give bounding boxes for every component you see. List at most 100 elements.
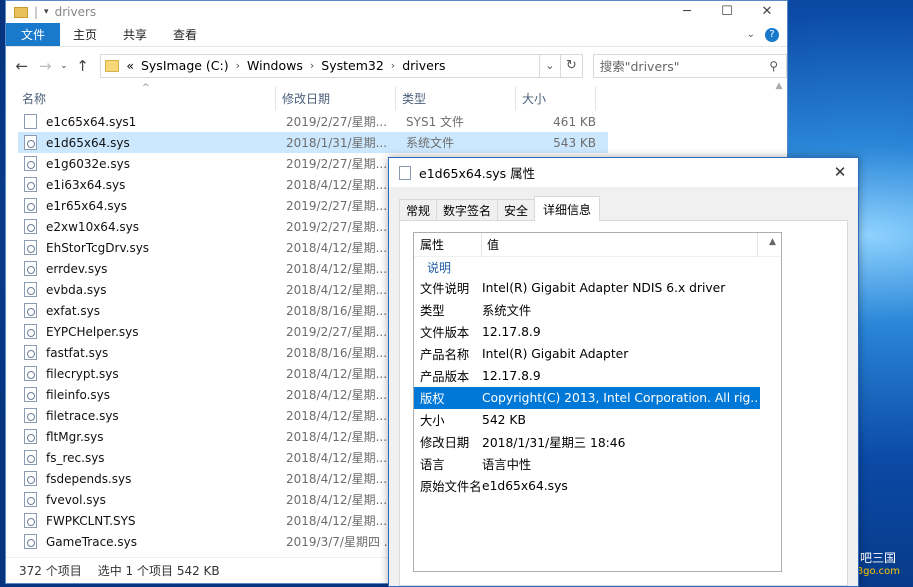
property-value: 系统文件: [482, 304, 532, 318]
dialog-title: e1d65x64.sys 属性: [419, 166, 536, 181]
file-name: fileinfo.sys: [46, 387, 110, 402]
property-value: 语言中性: [482, 458, 532, 472]
file-name: GameTrace.sys: [46, 534, 137, 549]
file-name: fs_rec.sys: [46, 450, 105, 465]
chevron-right-icon[interactable]: ›: [310, 59, 314, 72]
breadcrumb-drivers[interactable]: drivers: [402, 58, 445, 73]
address-bar[interactable]: « SysImage (C:) › Windows › System32 › d…: [100, 53, 540, 78]
property-row[interactable]: 版权 Copyright(C) 2013, Intel Corporation. …: [414, 387, 760, 409]
maximize-button[interactable]: ☐: [707, 1, 747, 21]
chevron-right-icon[interactable]: ›: [391, 59, 395, 72]
details-panel: 属性 值 说明 文件说明 Intel(R) Gigabit Adapter NDI…: [399, 220, 848, 586]
item-count: 372 个项目: [19, 564, 82, 578]
breadcrumb-windows[interactable]: Windows: [247, 58, 303, 73]
file-name: fvevol.sys: [46, 492, 106, 507]
navigation-bar: ← → ⌄ ↑ « SysImage (C:) › Windows › Syst…: [6, 47, 787, 84]
help-icon[interactable]: ?: [765, 27, 779, 42]
property-row[interactable]: 语言 语言中性: [414, 453, 781, 475]
tab-file[interactable]: 文件: [6, 23, 60, 46]
chevron-right-icon[interactable]: ›: [236, 59, 240, 72]
back-arrow-icon[interactable]: ←: [10, 54, 34, 78]
column-headers: ^ 名称 修改日期 类型 大小: [6, 83, 789, 110]
breadcrumb-prefix[interactable]: «: [126, 58, 134, 73]
property-row[interactable]: 文件说明 Intel(R) Gigabit Adapter NDIS 6.x dr…: [414, 277, 781, 299]
property-value: 12.17.8.9: [482, 325, 541, 339]
property-row[interactable]: 修改日期 2018/1/31/星期三 18:46: [414, 431, 781, 453]
property-key: 文件版本: [420, 326, 470, 340]
file-row[interactable]: e1d65x64.sys 2018/1/31/星期... 系统文件 543 KB: [18, 132, 608, 153]
file-name: exfat.sys: [46, 303, 100, 318]
scroll-up-icon[interactable]: ▲: [773, 81, 785, 91]
system-file-icon: [24, 177, 37, 192]
property-row[interactable]: 原始文件名 e1d65x64.sys: [414, 475, 781, 497]
file-name: e1g6032e.sys: [46, 156, 130, 171]
refresh-icon[interactable]: ↻: [561, 53, 583, 78]
file-name: EhStorTcgDrv.sys: [46, 240, 150, 255]
folder-icon: [14, 6, 28, 18]
column-type[interactable]: 类型: [396, 86, 516, 110]
system-file-icon: [24, 366, 37, 381]
file-name: fltMgr.sys: [46, 429, 104, 444]
property-key: 大小: [420, 414, 445, 428]
details-grid: 属性 值 说明 文件说明 Intel(R) Gigabit Adapter NDI…: [413, 232, 782, 572]
forward-arrow-icon[interactable]: →: [34, 54, 58, 78]
minimize-button[interactable]: ─: [667, 1, 707, 21]
tab-digital-signatures[interactable]: 数字签名: [436, 199, 499, 221]
header-property[interactable]: 属性: [414, 232, 482, 257]
property-value: 12.17.8.9: [482, 369, 541, 383]
breadcrumb-drive[interactable]: SysImage (C:): [141, 58, 229, 73]
column-size[interactable]: 大小: [516, 86, 596, 110]
system-file-icon: [24, 156, 37, 171]
property-row[interactable]: 产品名称 Intel(R) Gigabit Adapter: [414, 343, 781, 365]
properties-dialog: e1d65x64.sys 属性 ✕ 常规 数字签名 安全 详细信息 属性 值 说…: [388, 157, 859, 587]
property-key: 类型: [420, 304, 445, 318]
file-date: 2018/1/31/星期...: [286, 136, 388, 150]
system-file-icon: [24, 219, 37, 234]
header-value[interactable]: 值: [482, 232, 758, 257]
tab-details[interactable]: 详细信息: [534, 196, 601, 221]
expand-ribbon-icon[interactable]: ⌄: [747, 29, 755, 40]
scroll-up-icon[interactable]: ▲: [764, 237, 781, 247]
file-icon: [399, 165, 411, 180]
search-icon[interactable]: ⚲: [769, 59, 778, 73]
recent-locations-icon[interactable]: ⌄: [57, 54, 71, 78]
system-file-icon: [24, 135, 37, 150]
property-row[interactable]: 类型 系统文件: [414, 299, 781, 321]
property-value: Copyright(C) 2013, Intel Corporation. Al…: [482, 391, 758, 405]
property-key: 修改日期: [420, 436, 470, 450]
system-file-icon: [24, 240, 37, 255]
tab-security[interactable]: 安全: [497, 199, 536, 221]
address-dropdown-icon[interactable]: ⌄: [539, 53, 562, 78]
column-name[interactable]: ^ 名称: [6, 83, 276, 110]
dialog-close-button[interactable]: ✕: [822, 158, 858, 186]
dialog-body: 常规 数字签名 安全 详细信息 属性 值 说明 文件说明 Intel(R) Gig…: [389, 187, 858, 586]
dialog-tabs: 常规 数字签名 安全 详细信息: [399, 196, 601, 221]
quick-access-dropdown-icon[interactable]: ▾: [44, 7, 49, 17]
column-date[interactable]: 修改日期: [276, 86, 396, 110]
file-type: SYS1 文件: [406, 115, 465, 129]
property-row[interactable]: 大小 542 KB: [414, 409, 781, 431]
title-bar: | ▾ drivers ─ ☐ ✕: [6, 1, 787, 23]
property-key: 原始文件名: [420, 480, 482, 494]
file-name: filecrypt.sys: [46, 366, 119, 381]
property-row[interactable]: 产品版本 12.17.8.9: [414, 365, 781, 387]
up-arrow-icon[interactable]: ↑: [71, 54, 95, 78]
tab-view[interactable]: 查看: [160, 23, 210, 46]
close-button[interactable]: ✕: [747, 1, 787, 21]
tab-share[interactable]: 共享: [110, 23, 160, 46]
system-file-icon: [24, 408, 37, 423]
folder-icon: [105, 59, 120, 72]
search-input[interactable]: 搜索"drivers" ⚲: [592, 53, 787, 78]
property-row[interactable]: 文件版本 12.17.8.9: [414, 321, 781, 343]
file-name: fastfat.sys: [46, 345, 109, 360]
file-size: 543 KB: [553, 135, 596, 150]
file-row[interactable]: e1c65x64.sys1 2019/2/27/星期... SYS1 文件 461 K…: [18, 111, 608, 132]
breadcrumb-system32[interactable]: System32: [321, 58, 384, 73]
file-name: e1c65x64.sys1: [46, 114, 137, 129]
tab-general[interactable]: 常规: [399, 199, 438, 221]
details-scrollbar[interactable]: ▲: [764, 233, 781, 571]
property-value: e1d65x64.sys: [482, 479, 568, 493]
tab-home[interactable]: 主页: [60, 23, 110, 46]
file-name: fsdepends.sys: [46, 471, 132, 486]
system-file-icon: [24, 513, 37, 528]
